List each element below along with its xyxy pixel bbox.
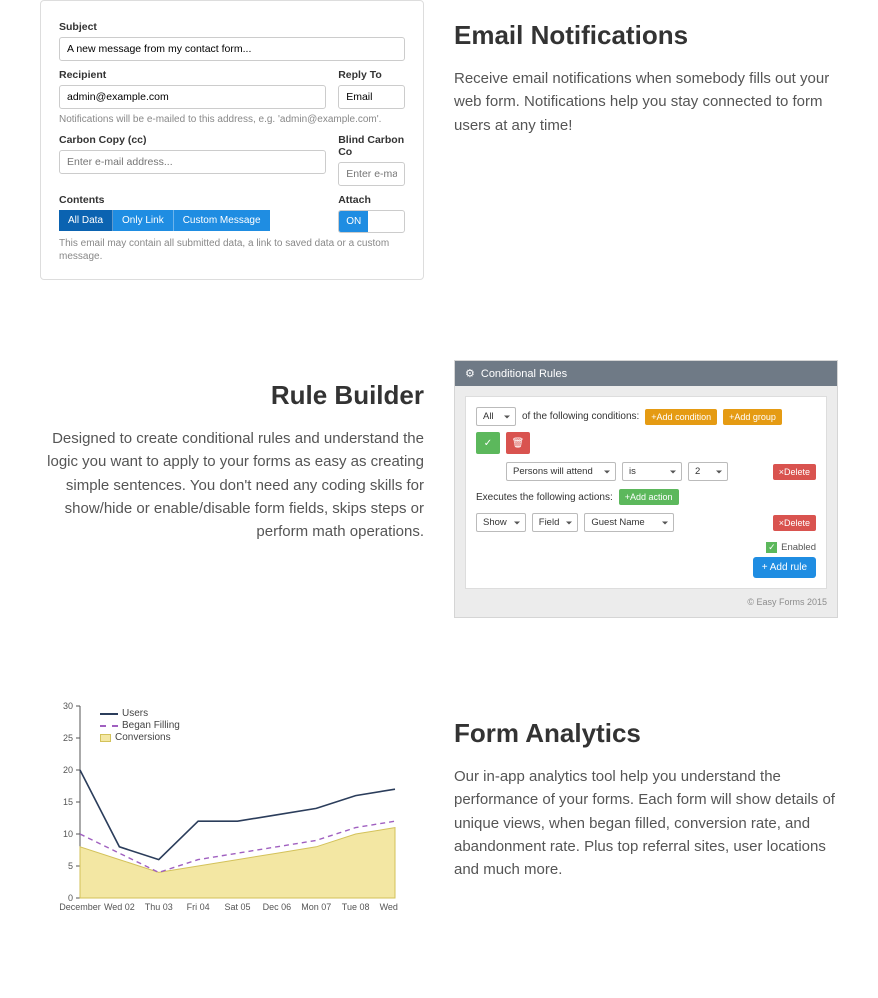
add-condition-button[interactable]: +Add condition	[645, 409, 717, 425]
bcc-label: Blind Carbon Co	[338, 134, 405, 158]
cond-value-select[interactable]: 2	[688, 462, 728, 481]
replyto-label: Reply To	[338, 69, 405, 81]
rule-footer: © Easy Forms 2015	[465, 597, 827, 607]
enabled-checkbox[interactable]	[766, 542, 777, 553]
email-body: Receive email notifications when somebod…	[454, 67, 838, 137]
add-rule-button[interactable]: + Add rule	[753, 557, 816, 578]
add-action-button[interactable]: +Add action	[619, 489, 679, 505]
bcc-input[interactable]	[338, 162, 405, 186]
svg-text:Sat 05: Sat 05	[224, 902, 250, 912]
svg-text:Dec 06: Dec 06	[263, 902, 292, 912]
replyto-input[interactable]	[338, 85, 405, 109]
svg-text:30: 30	[63, 701, 73, 711]
rule-panel-header: ⚙ Conditional Rules	[455, 361, 837, 386]
svg-text:Wed 09: Wed 09	[380, 902, 400, 912]
svg-text:Wed 02: Wed 02	[104, 902, 135, 912]
svg-text:Fri 04: Fri 04	[187, 902, 210, 912]
cc-input[interactable]	[59, 150, 326, 174]
contents-label: Contents	[59, 194, 326, 206]
confirm-icon[interactable]: ✓	[476, 432, 500, 454]
action-target-type-select[interactable]: Field	[532, 513, 579, 532]
action-type-select[interactable]: Show	[476, 513, 526, 532]
rule-body: Designed to create conditional rules and…	[40, 427, 424, 543]
add-group-button[interactable]: +Add group	[723, 409, 782, 425]
svg-text:25: 25	[63, 733, 73, 743]
svg-text:Tue 08: Tue 08	[342, 902, 370, 912]
svg-text:December: December	[59, 902, 101, 912]
rule-title: Rule Builder	[40, 380, 424, 411]
contents-toggle[interactable]: All Data Only Link Custom Message	[59, 210, 326, 231]
svg-text:15: 15	[63, 797, 73, 807]
recipient-label: Recipient	[59, 69, 326, 81]
subject-label: Subject	[59, 21, 405, 33]
email-settings-panel: Subject Recipient Reply To Notifications…	[40, 0, 424, 280]
contents-help: This email may contain all submitted dat…	[59, 237, 405, 263]
recipient-help: Notifications will be e-mailed to this a…	[59, 113, 405, 126]
cond-delete-button[interactable]: ×Delete	[773, 464, 816, 480]
trash-icon[interactable]: 🗑	[506, 432, 530, 454]
cc-label: Carbon Copy (cc)	[59, 134, 326, 146]
svg-text:Thu 03: Thu 03	[145, 902, 173, 912]
contents-opt-custom[interactable]: Custom Message	[174, 210, 270, 231]
recipient-input[interactable]	[59, 85, 326, 109]
contents-opt-all[interactable]: All Data	[59, 210, 113, 231]
contents-opt-link[interactable]: Only Link	[113, 210, 174, 231]
branch-icon: ⚙	[465, 367, 475, 380]
action-target-select[interactable]: Guest Name	[584, 513, 674, 532]
svg-text:Mon 07: Mon 07	[301, 902, 331, 912]
analytics-body: Our in-app analytics tool help you under…	[454, 765, 838, 881]
cond-field-select[interactable]: Persons will attend	[506, 462, 616, 481]
svg-text:20: 20	[63, 765, 73, 775]
analytics-title: Form Analytics	[454, 718, 838, 749]
chart-legend: Users Began Filling Conversions	[100, 708, 180, 744]
cond-op-select[interactable]: is	[622, 462, 682, 481]
svg-text:5: 5	[68, 861, 73, 871]
subject-input[interactable]	[59, 37, 405, 61]
email-title: Email Notifications	[454, 20, 838, 51]
match-select[interactable]: All	[476, 407, 516, 426]
attach-toggle[interactable]: ON	[338, 210, 405, 233]
action-delete-button[interactable]: ×Delete	[773, 515, 816, 531]
analytics-chart: 051015202530DecemberWed 02Thu 03Fri 04Sa…	[40, 698, 424, 918]
rule-builder-panel: ⚙ Conditional Rules All of the following…	[454, 360, 838, 618]
attach-label: Attach	[338, 194, 405, 206]
svg-text:10: 10	[63, 829, 73, 839]
